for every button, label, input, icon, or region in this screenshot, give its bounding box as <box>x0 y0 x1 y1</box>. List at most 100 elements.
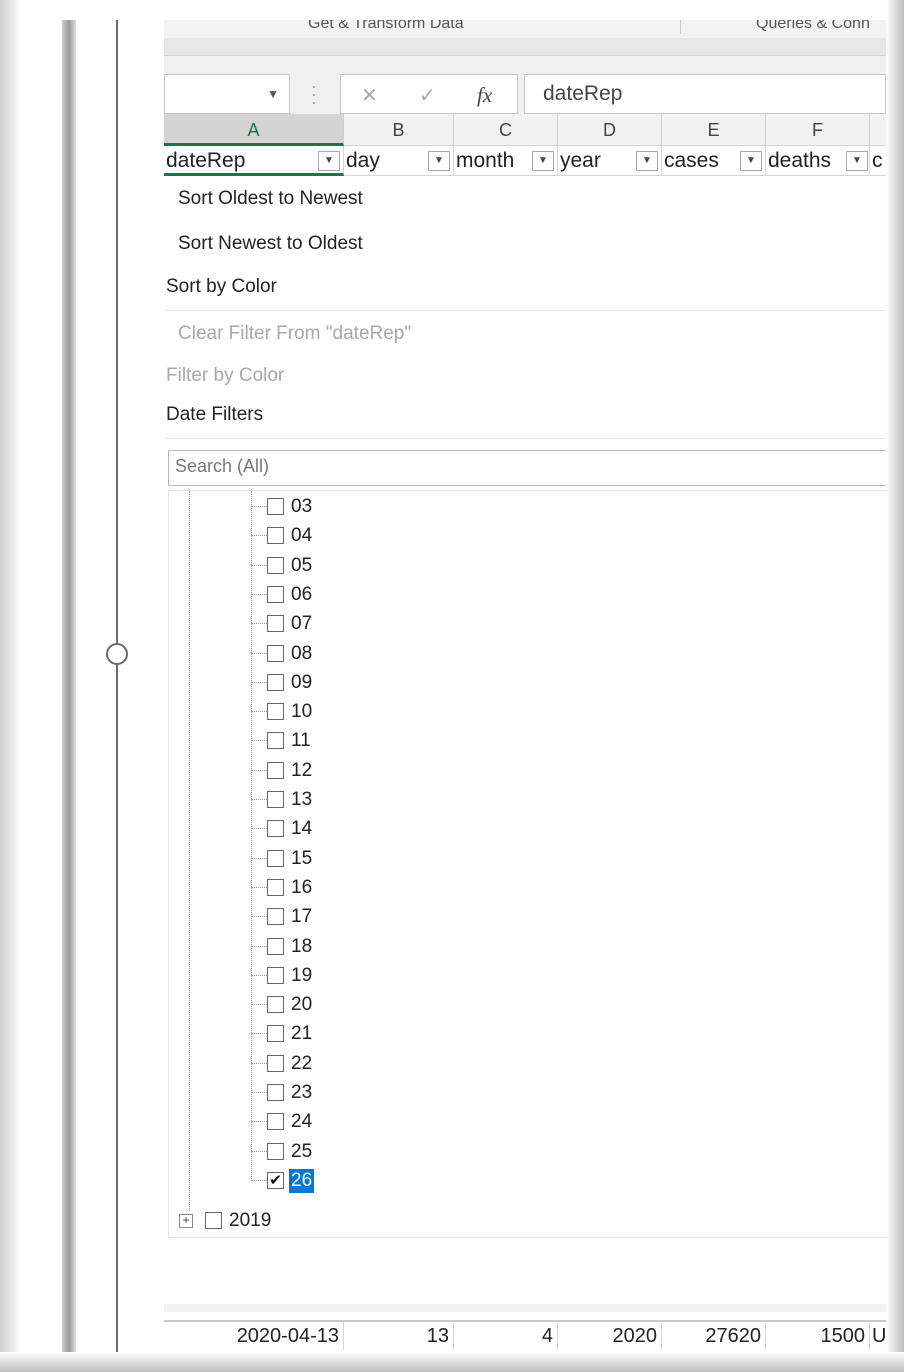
cell-day[interactable]: 13 <box>344 1322 454 1350</box>
filter-dropdown-icon[interactable]: ▼ <box>740 151 762 171</box>
tree-connector <box>251 828 267 830</box>
clear-filter[interactable]: Clear Filter From "dateRep" <box>178 323 411 345</box>
checkbox[interactable] <box>267 703 284 721</box>
sort-by-color[interactable]: Sort by Color <box>166 276 277 298</box>
column-header-b[interactable]: B <box>344 114 454 146</box>
frame-shadow-bottom <box>0 1352 904 1372</box>
sort-oldest-to-newest[interactable]: Sort Oldest to Newest <box>178 188 363 210</box>
insert-function-icon[interactable]: fx <box>477 83 492 108</box>
cell-year[interactable]: 2020 <box>558 1322 662 1350</box>
filter-search-input[interactable]: Search (All) <box>168 450 886 486</box>
sort-newest-to-oldest[interactable]: Sort Newest to Oldest <box>178 233 363 255</box>
header-cell-daterep[interactable]: dateRep ▼ <box>164 146 344 176</box>
header-cell-year[interactable]: year ▼ <box>558 146 662 176</box>
tree-connector <box>251 799 267 800</box>
pane-edge <box>62 20 76 1352</box>
ribbon-group-queries: Queries & Conn <box>756 20 870 32</box>
checkbox[interactable] <box>267 878 284 896</box>
checkbox[interactable] <box>267 761 284 779</box>
date-filters[interactable]: Date Filters <box>166 404 263 426</box>
header-label: year <box>560 149 601 172</box>
resize-handle[interactable] <box>106 643 128 665</box>
chevron-down-icon[interactable]: ▼ <box>267 87 279 101</box>
checkbox[interactable] <box>267 615 284 633</box>
checkbox[interactable] <box>267 966 284 984</box>
column-header-e[interactable]: E <box>662 114 766 146</box>
filter-dropdown-icon[interactable]: ▼ <box>846 151 868 171</box>
tree-connector <box>251 506 267 507</box>
enter-icon[interactable]: ✓ <box>419 83 436 108</box>
checkbox[interactable] <box>205 1212 222 1229</box>
tree-connector <box>251 1179 267 1181</box>
checkbox[interactable] <box>267 908 284 926</box>
frame-shadow-right <box>886 0 904 1372</box>
checkbox[interactable] <box>267 1054 284 1072</box>
filter-dropdown-icon[interactable]: ▼ <box>428 151 450 171</box>
tree-connector <box>251 652 267 654</box>
header-label: deaths <box>768 149 832 172</box>
column-header-d[interactable]: D <box>558 114 662 146</box>
checkbox[interactable] <box>267 556 284 574</box>
cell-deaths[interactable]: 1500 <box>766 1322 870 1350</box>
day-item-label: 05 <box>291 554 313 576</box>
checkbox[interactable] <box>267 527 284 545</box>
window-frame: Get & Transform Data Queries & Conn ▼ · ·… <box>0 0 904 1372</box>
checkbox[interactable] <box>267 644 284 662</box>
tree-connector <box>251 974 267 976</box>
column-header-c[interactable]: C <box>454 114 558 146</box>
tree-connector <box>251 593 267 595</box>
tree-connector <box>251 711 267 713</box>
day-item-label: 11 <box>291 730 311 752</box>
tree-connector <box>251 1062 267 1064</box>
tree-connector <box>251 740 267 742</box>
day-item-label: 19 <box>291 964 313 986</box>
checkbox[interactable] <box>267 791 284 808</box>
name-box[interactable]: ▼ <box>164 74 290 114</box>
filter-dropdown-icon[interactable]: ▼ <box>532 151 554 171</box>
column-header-f[interactable]: F <box>766 114 870 146</box>
cell-cases[interactable]: 27620 <box>662 1322 766 1350</box>
ribbon-separator <box>680 20 681 34</box>
day-item-label: 07 <box>291 613 313 635</box>
header-cell-partial[interactable]: c <box>870 146 886 176</box>
header-label: dateRep <box>166 149 246 172</box>
more-options-icon[interactable]: · · · <box>311 77 317 111</box>
checkbox[interactable] <box>267 820 284 838</box>
expand-icon[interactable]: + <box>179 1214 193 1228</box>
day-item-label: 12 <box>291 759 313 781</box>
cell-daterep[interactable]: 2020-04-13 <box>164 1322 344 1350</box>
checkbox[interactable] <box>267 498 284 515</box>
header-cell-cases[interactable]: cases ▼ <box>662 146 766 176</box>
checkbox[interactable] <box>267 849 284 867</box>
checkbox[interactable] <box>267 1142 284 1160</box>
filter-dropdown-icon[interactable]: ▼ <box>636 151 658 171</box>
checkbox[interactable] <box>267 1084 284 1101</box>
tree-connector <box>251 945 267 947</box>
filter-dropdown-icon[interactable]: ▼ <box>318 151 340 171</box>
checkbox[interactable] <box>267 585 284 603</box>
header-cell-deaths[interactable]: deaths ▼ <box>766 146 870 176</box>
day-item-label: 04 <box>291 525 313 547</box>
cell-partial[interactable]: U <box>870 1322 886 1350</box>
cell-month[interactable]: 4 <box>454 1322 558 1350</box>
filter-values-tree: 03 04 05 06 07 08 09 10 11 12 13 14 15 16 17 18 19 20 21 22… <box>168 490 886 1238</box>
checkbox[interactable] <box>267 732 284 750</box>
checkbox[interactable] <box>267 1113 284 1131</box>
day-item-label: 03 <box>291 496 313 517</box>
header-label: month <box>456 149 515 172</box>
header-label: day <box>346 149 380 172</box>
header-cell-day[interactable]: day ▼ <box>344 146 454 176</box>
header-cell-month[interactable]: month ▼ <box>454 146 558 176</box>
checkbox[interactable] <box>267 673 284 691</box>
checkbox[interactable] <box>267 1025 284 1043</box>
tree-guide-line <box>189 491 190 1211</box>
header-label: cases <box>664 149 719 172</box>
cancel-icon[interactable]: ✕ <box>361 83 378 108</box>
checkbox-checked[interactable]: ✔ <box>267 1171 284 1189</box>
column-header-a[interactable]: A <box>164 114 344 146</box>
checkbox[interactable] <box>267 937 284 955</box>
checkbox[interactable] <box>267 996 284 1014</box>
formula-input[interactable]: dateRep <box>524 74 886 114</box>
filter-by-color[interactable]: Filter by Color <box>166 365 284 387</box>
tree-connector <box>251 1121 267 1123</box>
